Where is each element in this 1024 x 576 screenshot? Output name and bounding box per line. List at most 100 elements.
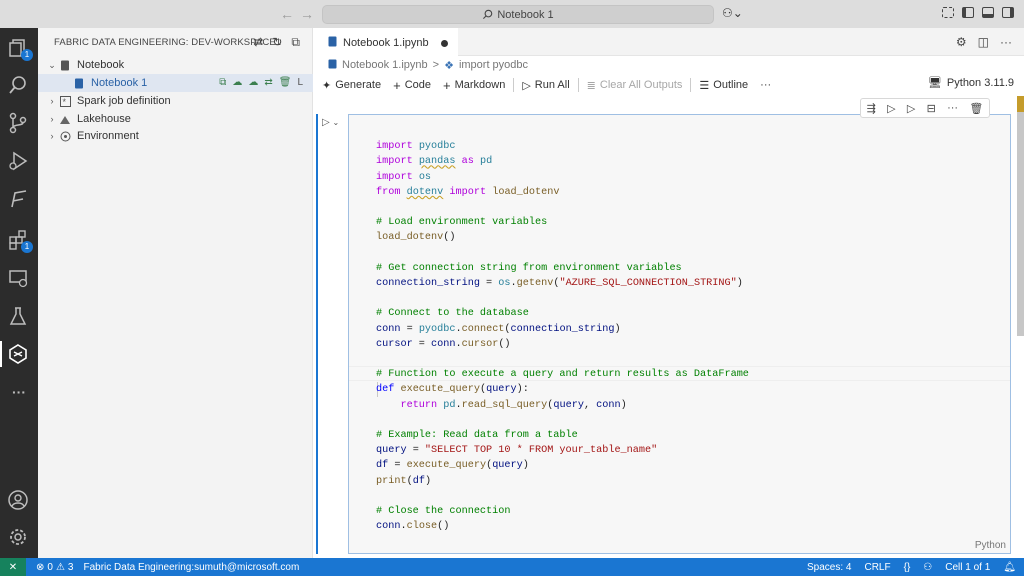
- tree-item-label: Notebook 1: [91, 77, 148, 89]
- editor-tabs: Notebook 1.ipynb ⚙ ◫ ···: [314, 28, 1024, 56]
- spark-job-icon: *: [58, 95, 72, 107]
- tree-item-notebook[interactable]: ⌄ Notebook: [38, 56, 313, 74]
- download-cloud-icon[interactable]: ☁: [248, 77, 258, 88]
- add-code-cell-button[interactable]: + Code: [393, 78, 431, 93]
- code-line: cursor = conn.cursor(): [376, 338, 511, 350]
- toggle-secondary-sidebar-icon[interactable]: [1002, 7, 1014, 18]
- chevron-down-icon[interactable]: ⌄: [332, 118, 339, 127]
- problems-indicator[interactable]: ⊗ 0 ⚠ 3: [36, 562, 73, 573]
- unsaved-dot-icon[interactable]: [440, 39, 448, 47]
- code-line: import os: [376, 171, 432, 183]
- breadcrumb-separator: >: [432, 59, 440, 71]
- cell-focus-indicator: [316, 114, 318, 554]
- fabric-icon[interactable]: [7, 343, 31, 365]
- code-line: query = "SELECT TOP 10 * FROM your_table…: [376, 445, 658, 457]
- cell-language-label[interactable]: Python: [975, 540, 1006, 551]
- toggle-sidebar-icon[interactable]: [962, 7, 974, 18]
- clear-all-outputs-button[interactable]: ≣ Clear All Outputs: [587, 79, 683, 92]
- run-by-line-icon[interactable]: ⇶: [867, 102, 876, 115]
- code-editor[interactable]: import pyodbc import pandas as pd import…: [376, 124, 749, 534]
- code-line: print(df): [376, 475, 432, 487]
- gear-icon[interactable]: ⚙: [956, 35, 967, 49]
- vertical-scrollbar[interactable]: [1017, 96, 1024, 336]
- run-all-button[interactable]: ▷ Run All: [522, 79, 569, 92]
- tree-item-lakehouse[interactable]: › Lakehouse: [38, 110, 313, 128]
- notebook-row-actions: ⧉ ☁ ☁ ⇄ 🗑 L: [219, 77, 303, 88]
- remote-explorer-icon[interactable]: [7, 267, 31, 289]
- editor-actions: ⚙ ◫ ···: [956, 35, 1012, 49]
- split-editor-icon[interactable]: ◫: [978, 35, 989, 49]
- accounts-icon[interactable]: [7, 489, 31, 511]
- pipeline-icon[interactable]: [7, 188, 31, 210]
- outline-button[interactable]: ☰ Outline: [699, 79, 748, 92]
- run-debug-icon[interactable]: [7, 150, 31, 172]
- lakehouse-icon: [58, 113, 72, 125]
- kernel-icon: 🖥: [927, 77, 942, 89]
- eol-status[interactable]: CRLF: [864, 562, 890, 573]
- tree-item-spark-job-definition[interactable]: › * Spark job definition: [38, 92, 313, 110]
- notifications-bell-icon[interactable]: 🔔︎: [1003, 562, 1016, 573]
- status-letter: L: [297, 77, 303, 88]
- upload-cloud-icon[interactable]: ☁: [232, 77, 242, 88]
- sparkle-icon: ✦: [322, 79, 332, 92]
- code-line: from dotenv import load_dotenv: [376, 186, 560, 198]
- error-count: 0: [47, 561, 53, 573]
- language-braces-status[interactable]: {}: [904, 562, 911, 573]
- search-icon[interactable]: [7, 74, 31, 96]
- kernel-picker[interactable]: 🖥 Python 3.11.9: [927, 76, 1014, 90]
- explorer-icon[interactable]: 1: [7, 37, 33, 61]
- code-line: conn = pyodbc.connect(connection_string): [376, 323, 621, 335]
- copilot-status-icon[interactable]: ⚇: [923, 562, 932, 573]
- more-icon[interactable]: ···: [947, 102, 958, 114]
- more-icon[interactable]: ···: [7, 384, 31, 406]
- code-line: connection_string = os.getenv("AZURE_SQL…: [376, 278, 743, 290]
- extensions-icon[interactable]: 1: [7, 229, 33, 253]
- open-notebook-icon[interactable]: ⧉: [219, 77, 226, 88]
- code-line: # Function to execute a query and return…: [376, 369, 749, 381]
- add-markdown-cell-button[interactable]: + Markdown: [443, 78, 505, 93]
- fabric-account[interactable]: Fabric Data Engineering:sumuth@microsoft…: [83, 562, 299, 573]
- generate-button[interactable]: ✦ Generate: [322, 79, 381, 92]
- indentation-status[interactable]: Spaces: 4: [807, 562, 851, 573]
- remote-indicator-icon[interactable]: ✕: [0, 558, 26, 576]
- customize-layout-icon[interactable]: [942, 7, 954, 18]
- sync-icon[interactable]: ⇄: [264, 77, 272, 88]
- command-center[interactable]: Notebook 1: [322, 5, 714, 24]
- window-layout-controls: [942, 7, 1014, 18]
- source-control-icon[interactable]: [7, 112, 31, 134]
- tab-notebook-1[interactable]: Notebook 1.ipynb: [314, 28, 458, 56]
- markdown-label: Markdown: [454, 79, 506, 91]
- explorer-badge: 1: [21, 49, 33, 61]
- toggle-panel-icon[interactable]: [982, 7, 994, 18]
- breadcrumb-cell[interactable]: import pyodbc: [459, 59, 528, 71]
- tree-item-label: Lakehouse: [77, 113, 131, 125]
- delete-icon[interactable]: 🗑: [279, 77, 292, 88]
- activity-bar: 1 1 ···: [0, 28, 38, 558]
- delete-cell-icon[interactable]: 🗑: [969, 102, 983, 115]
- status-bar: ✕ ⊗ 0 ⚠ 3 Fabric Data Engineering:sumuth…: [0, 558, 1024, 576]
- explorer-sidebar: FABRIC DATA ENGINEERING: DEV-WORKSPACE1 …: [38, 28, 313, 558]
- chevron-right-icon: ›: [50, 131, 54, 141]
- cell-position[interactable]: Cell 1 of 1: [945, 562, 990, 573]
- sync-icon[interactable]: ⇄: [253, 35, 263, 50]
- tree-item-environment[interactable]: › Environment: [38, 127, 313, 145]
- refresh-icon[interactable]: ↻: [272, 35, 282, 50]
- code-line: # Connect to the database: [376, 308, 529, 320]
- execute-above-icon[interactable]: ▷: [887, 102, 895, 115]
- toolbar-more-button[interactable]: ···: [760, 79, 771, 91]
- notebook-file-icon: [328, 36, 337, 50]
- tree-item-notebook-1[interactable]: Notebook 1 ⧉ ☁ ☁ ⇄ 🗑 L: [38, 74, 313, 92]
- forward-arrow-icon[interactable]: →: [300, 6, 314, 22]
- code-line: return pd.read_sql_query(query, conn): [400, 399, 627, 411]
- settings-icon[interactable]: [7, 526, 31, 548]
- testing-icon[interactable]: [7, 305, 31, 327]
- copilot-icon[interactable]: ⚇⌄: [722, 6, 743, 20]
- run-cell-button[interactable]: ▷ ⌄: [322, 117, 339, 128]
- more-actions-icon[interactable]: ···: [1000, 35, 1012, 49]
- split-cell-icon[interactable]: ⊟: [927, 102, 936, 115]
- collapse-all-icon[interactable]: ⧉: [291, 35, 300, 50]
- breadcrumb-file[interactable]: Notebook 1.ipynb: [342, 59, 428, 71]
- execute-below-icon[interactable]: ▷: [907, 102, 915, 115]
- toolbar-divider: [513, 78, 515, 92]
- back-arrow-icon[interactable]: ←: [280, 6, 294, 22]
